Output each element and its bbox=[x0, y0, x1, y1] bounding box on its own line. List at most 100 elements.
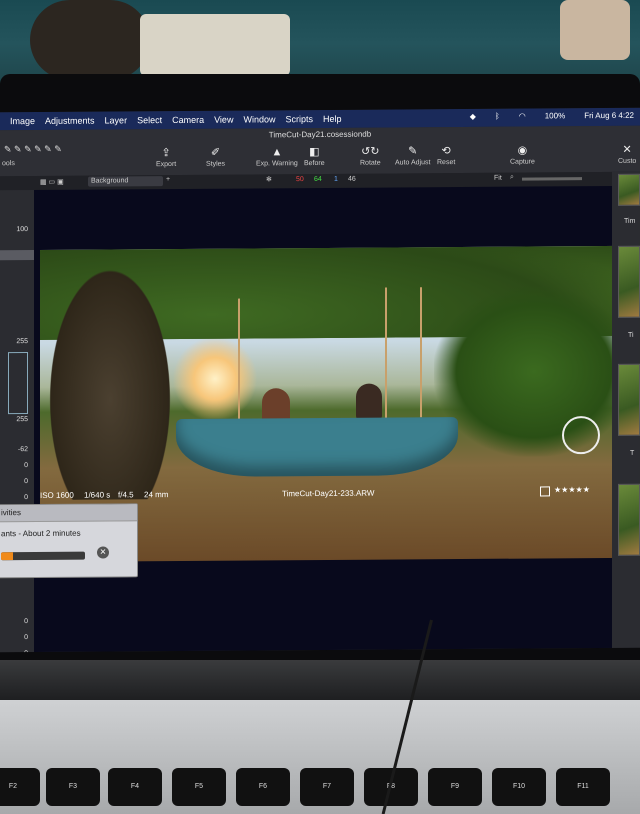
auto-adjust-label: Auto Adjust bbox=[395, 159, 431, 167]
left-panel: 100 255 255 -62 0 0 0 0 0 0 bbox=[0, 189, 34, 652]
count-red: 50 bbox=[296, 176, 304, 184]
auto-adjust-button[interactable]: ✎ Auto Adjust bbox=[395, 145, 430, 166]
menu-scripts[interactable]: Scripts bbox=[285, 114, 313, 124]
adjust-value-6[interactable]: 0 bbox=[24, 634, 28, 641]
rotate-icon: ↺↻ bbox=[361, 145, 380, 158]
selected-layer-row[interactable] bbox=[0, 249, 34, 261]
key-f5[interactable]: F5 bbox=[172, 768, 226, 806]
exif-aperture: f/4.5 bbox=[118, 490, 134, 500]
levels-curve[interactable] bbox=[8, 352, 28, 415]
levels-high-value[interactable]: 255 bbox=[16, 338, 28, 345]
key-f9[interactable]: F9 bbox=[428, 768, 482, 806]
swing-boat bbox=[176, 417, 458, 478]
key-f7[interactable]: F7 bbox=[300, 768, 354, 806]
activities-panel: ivities ants - About 2 minutes ✕ bbox=[0, 503, 138, 579]
adjust-value-3[interactable]: 0 bbox=[24, 478, 28, 485]
key-f6[interactable]: F6 bbox=[236, 768, 290, 806]
fit-label[interactable]: Fit bbox=[494, 175, 502, 182]
menu-help[interactable]: Help bbox=[323, 114, 342, 124]
warning-icon: ▲ bbox=[271, 146, 283, 159]
battery-label[interactable]: 100% bbox=[545, 111, 565, 120]
exp-warning-button[interactable]: ▲ Exp. Warning bbox=[256, 146, 298, 167]
key-f4[interactable]: F4 bbox=[108, 768, 162, 806]
bluetooth-icon[interactable]: ᛒ bbox=[495, 112, 500, 121]
color-tag-checkbox[interactable] bbox=[540, 486, 550, 497]
before-button[interactable]: ◧ Before bbox=[304, 146, 325, 167]
rope-left bbox=[238, 298, 240, 424]
rotate-button[interactable]: ↺↻ Rotate bbox=[360, 146, 381, 167]
menu-layer[interactable]: Layer bbox=[105, 115, 128, 125]
dropbox-icon[interactable]: ◆ bbox=[470, 112, 476, 121]
before-label: Before bbox=[304, 159, 325, 168]
wifi-icon[interactable]: ◠ bbox=[519, 112, 526, 121]
adjust-value-7[interactable]: 0 bbox=[24, 650, 28, 652]
count-green: 64 bbox=[314, 175, 322, 184]
keyboard: F2 F3 F4 F5 F6 F7 F8 F9 F10 F11 bbox=[0, 700, 640, 814]
opacity-value[interactable]: 100 bbox=[16, 226, 28, 233]
customize-button[interactable]: ✕ Custo bbox=[618, 144, 636, 165]
reset-icon: ⟲ bbox=[441, 145, 451, 158]
capture-pilot-icon[interactable] bbox=[562, 416, 600, 455]
star-rating[interactable]: ★★★★★ bbox=[554, 485, 590, 494]
capture-button[interactable]: ◉ Capture bbox=[510, 144, 535, 166]
thumbnail-2[interactable] bbox=[618, 245, 640, 318]
styles-icon: ✐ bbox=[210, 146, 221, 159]
thumbnail-label-1: Tim bbox=[624, 217, 636, 225]
menu-camera[interactable]: Camera bbox=[172, 115, 204, 125]
key-f3[interactable]: F3 bbox=[46, 768, 100, 806]
exp-warning-label: Exp. Warning bbox=[256, 160, 298, 168]
zoom-slider[interactable] bbox=[522, 177, 582, 181]
key-f11[interactable]: F11 bbox=[556, 768, 610, 806]
before-icon: ◧ bbox=[309, 146, 320, 159]
menu-select[interactable]: Select bbox=[137, 115, 162, 125]
reset-label: Reset bbox=[437, 159, 456, 167]
count-blue: 1 bbox=[334, 175, 338, 183]
levels-low-value[interactable]: 255 bbox=[16, 416, 28, 423]
adjust-value-2[interactable]: 0 bbox=[24, 462, 28, 469]
sunlight bbox=[170, 338, 260, 420]
activity-progress-bar bbox=[1, 551, 85, 561]
view-mode-icons[interactable]: ▦ ▭ ▣ bbox=[40, 178, 64, 186]
activities-title: ivities bbox=[0, 504, 137, 523]
thumbnail-label-2: Ti bbox=[628, 331, 634, 339]
key-f10[interactable]: F10 bbox=[492, 768, 546, 806]
progress-fill bbox=[1, 552, 13, 561]
add-layer-icon[interactable]: + bbox=[166, 176, 170, 183]
menu-image[interactable]: Image bbox=[10, 116, 35, 126]
exif-iso: ISO 1600 bbox=[40, 490, 74, 500]
brush-tools[interactable]: ✎ ✎ ✎ ✎ ✎ ✎ bbox=[4, 144, 62, 155]
menu-view[interactable]: View bbox=[214, 115, 233, 125]
rope-right bbox=[420, 287, 422, 418]
cancel-activity-icon[interactable]: ✕ bbox=[97, 546, 109, 559]
menu-adjustments[interactable]: Adjustments bbox=[45, 116, 95, 126]
exif-shutter: 1/640 s bbox=[84, 490, 111, 500]
toolbar: TimeCut-Day21.cosessiondb ools ✎ ✎ ✎ ✎ ✎… bbox=[0, 125, 640, 177]
adjust-value-1[interactable]: -62 bbox=[18, 446, 28, 453]
adjust-value-5[interactable]: 0 bbox=[24, 618, 28, 625]
image-viewer[interactable] bbox=[34, 185, 624, 652]
export-button[interactable]: ⇪ Export bbox=[156, 147, 176, 168]
exif-focal: 24 mm bbox=[144, 490, 169, 500]
layer-select[interactable]: Background bbox=[88, 176, 163, 187]
key-f2[interactable]: F2 bbox=[0, 768, 40, 806]
export-icon: ⇪ bbox=[161, 147, 171, 160]
laptop-screen: Image Adjustments Layer Select Camera Vi… bbox=[0, 107, 640, 653]
activity-task-text: ants - About 2 minutes bbox=[1, 528, 81, 539]
loading-icon: ✻ bbox=[266, 176, 272, 184]
zoom-icon[interactable]: ⌕ bbox=[510, 174, 514, 182]
rotate-label: Rotate bbox=[360, 159, 381, 167]
reset-button[interactable]: ⟲ Reset bbox=[437, 145, 455, 166]
tools-label: ools bbox=[2, 160, 15, 168]
rope-mid bbox=[385, 287, 387, 423]
thumbnail-3[interactable] bbox=[618, 363, 640, 436]
keyboard-deck bbox=[0, 660, 640, 704]
styles-button[interactable]: ✐ Styles bbox=[206, 147, 225, 168]
thumbnail-1[interactable] bbox=[618, 173, 640, 206]
menu-window[interactable]: Window bbox=[243, 114, 275, 124]
capture-label: Capture bbox=[510, 158, 535, 166]
thumbnail-4[interactable] bbox=[618, 483, 640, 556]
thumbnail-browser: Tim Ti T bbox=[612, 171, 640, 648]
device-object bbox=[140, 14, 290, 76]
clock-label[interactable]: Fri Aug 6 4:22 bbox=[584, 111, 634, 120]
adjust-value-4[interactable]: 0 bbox=[24, 494, 28, 501]
